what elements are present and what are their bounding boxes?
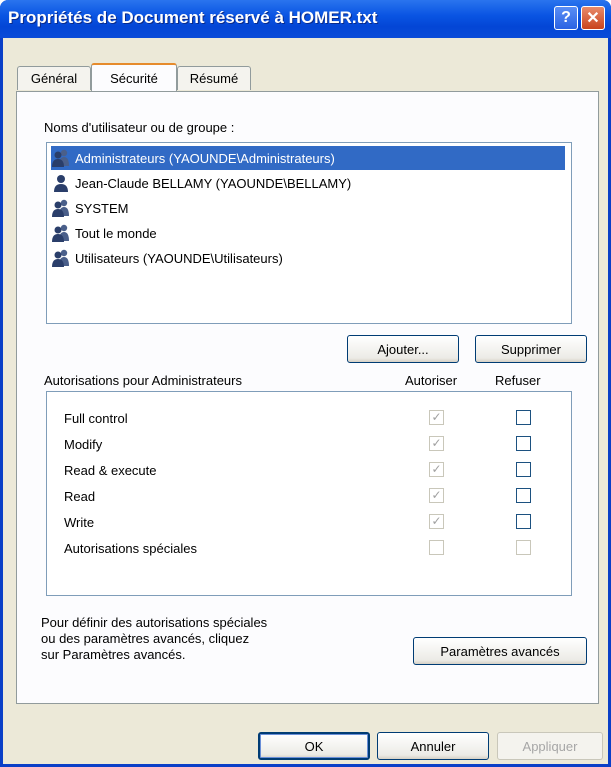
tab-summary[interactable]: Résumé bbox=[177, 66, 251, 90]
permission-label: Autorisations spéciales bbox=[64, 541, 197, 556]
security-tab-panel: Noms d'utilisateur ou de groupe : Admini… bbox=[16, 91, 599, 704]
deny-column-header: Refuser bbox=[495, 373, 541, 388]
allow-checkbox: ✓ bbox=[429, 436, 444, 451]
list-item-bellamy[interactable]: Jean-Claude BELLAMY (YAOUNDE\BELLAMY) bbox=[51, 171, 565, 195]
user-icon bbox=[54, 175, 68, 192]
advanced-settings-button[interactable]: Paramètres avancés bbox=[413, 637, 587, 665]
allow-checkbox: ✓ bbox=[429, 410, 444, 425]
tab-general-label: Général bbox=[30, 71, 78, 86]
deny-checkbox[interactable] bbox=[516, 462, 531, 477]
tab-security-label: Sécurité bbox=[110, 70, 158, 86]
deny-checkbox[interactable] bbox=[516, 488, 531, 503]
add-button[interactable]: Ajouter... bbox=[347, 335, 459, 363]
permission-label: Modify bbox=[64, 437, 103, 452]
permission-row: Read ✓ bbox=[47, 484, 567, 510]
group-icon bbox=[52, 199, 69, 217]
properties-dialog: Propriétés de Document réservé à HOMER.t… bbox=[0, 0, 611, 767]
info-line: ou des paramètres avancés, cliquez bbox=[41, 631, 250, 646]
allow-checkbox: ✓ bbox=[429, 514, 444, 529]
permission-row: Modify ✓ bbox=[47, 432, 567, 458]
permission-row: Autorisations spéciales bbox=[47, 536, 567, 562]
list-item-label: Tout le monde bbox=[75, 225, 157, 241]
close-button[interactable]: ✕ bbox=[581, 6, 605, 30]
allow-checkbox bbox=[429, 540, 444, 555]
cancel-button[interactable]: Annuler bbox=[377, 732, 489, 760]
tab-summary-label: Résumé bbox=[189, 71, 239, 86]
list-item-label: Administrateurs (YAOUNDE\Administrateurs… bbox=[75, 150, 335, 166]
list-item-tout-le-monde[interactable]: Tout le monde bbox=[51, 221, 565, 245]
close-icon: ✕ bbox=[586, 10, 600, 27]
permissions-list: Full control ✓ Modify ✓ Read & execute ✓… bbox=[46, 391, 572, 596]
group-icon bbox=[52, 149, 69, 167]
title-bar[interactable]: Propriétés de Document réservé à HOMER.t… bbox=[0, 0, 611, 38]
allow-checkbox: ✓ bbox=[429, 462, 444, 477]
help-icon: ? bbox=[561, 9, 571, 26]
list-item-utilisateurs[interactable]: Utilisateurs (YAOUNDE\Utilisateurs) bbox=[51, 246, 565, 270]
users-groups-list[interactable]: Administrateurs (YAOUNDE\Administrateurs… bbox=[46, 142, 572, 324]
window-title: Propriétés de Document réservé à HOMER.t… bbox=[8, 8, 378, 27]
list-item-label: SYSTEM bbox=[75, 200, 129, 216]
deny-checkbox[interactable] bbox=[516, 514, 531, 529]
users-groups-label: Noms d'utilisateur ou de groupe : bbox=[44, 120, 235, 135]
info-line: Pour définir des autorisations spéciales bbox=[41, 615, 268, 630]
permission-label: Read bbox=[64, 489, 96, 504]
list-item-administrateurs[interactable]: Administrateurs (YAOUNDE\Administrateurs… bbox=[51, 146, 565, 170]
remove-button[interactable]: Supprimer bbox=[475, 335, 587, 363]
tab-general[interactable]: Général bbox=[17, 66, 91, 90]
permission-label: Read & execute bbox=[64, 463, 157, 478]
deny-checkbox[interactable] bbox=[516, 410, 531, 425]
permission-row: Write ✓ bbox=[47, 510, 567, 536]
permissions-header: Autorisations pour Administrateurs bbox=[44, 373, 242, 388]
group-icon bbox=[52, 224, 69, 242]
info-line: sur Paramètres avancés. bbox=[41, 647, 186, 662]
deny-checkbox[interactable] bbox=[516, 436, 531, 451]
deny-checkbox bbox=[516, 540, 531, 555]
permission-label: Full control bbox=[64, 411, 128, 426]
group-icon bbox=[52, 249, 69, 267]
apply-button: Appliquer bbox=[497, 732, 603, 760]
allow-column-header: Autoriser bbox=[405, 373, 458, 388]
allow-checkbox: ✓ bbox=[429, 488, 444, 503]
permission-row: Read & execute ✓ bbox=[47, 458, 567, 484]
permission-row: Full control ✓ bbox=[47, 406, 567, 432]
tab-security[interactable]: Sécurité bbox=[91, 63, 177, 91]
list-item-system[interactable]: SYSTEM bbox=[51, 196, 565, 220]
list-item-label: Jean-Claude BELLAMY (YAOUNDE\BELLAMY) bbox=[75, 175, 352, 191]
advanced-info-text: Pour définir des autorisations spéciales… bbox=[41, 615, 267, 663]
ok-button[interactable]: OK bbox=[258, 732, 370, 760]
list-item-label: Utilisateurs (YAOUNDE\Utilisateurs) bbox=[75, 250, 283, 266]
permission-label: Write bbox=[64, 515, 95, 530]
help-button[interactable]: ? bbox=[554, 6, 578, 30]
